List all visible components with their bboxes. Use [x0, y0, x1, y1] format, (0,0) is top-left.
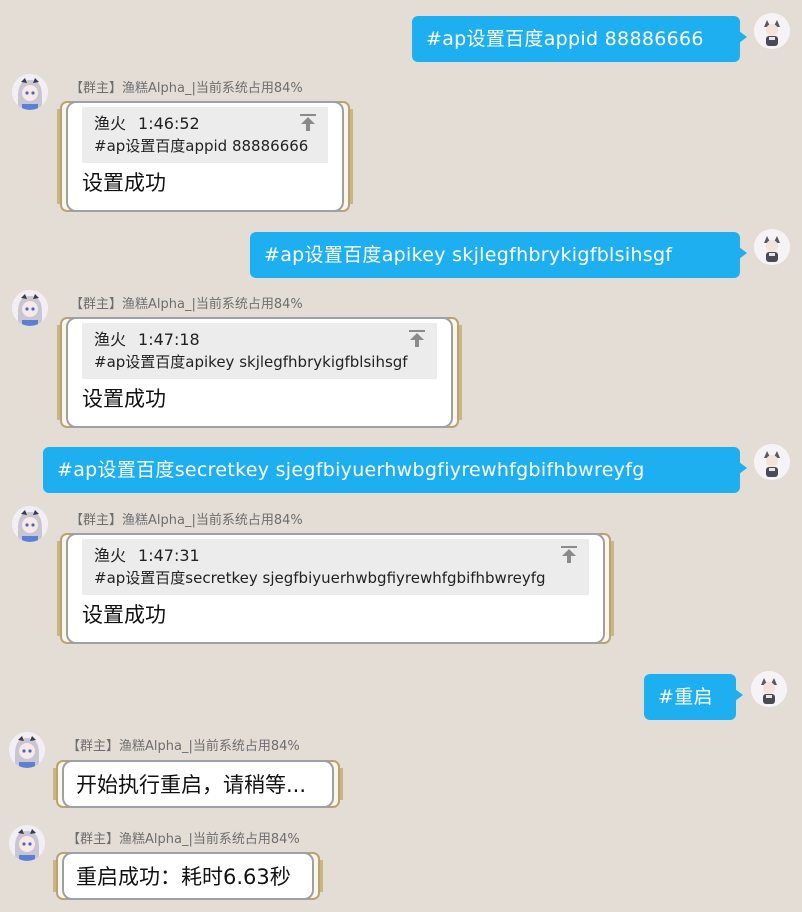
- sender-name: 【群主】渔糕Alpha_|当前系统占用84%: [70, 297, 303, 312]
- sender-name: 【群主】渔糕Alpha_|当前系统占用84%: [67, 832, 300, 847]
- jump-to-original-icon[interactable]: [561, 546, 577, 564]
- incoming-message-bubble[interactable]: 渔火 1:47:31 #ap设置百度secretkey sjegfbiyuerhw…: [66, 533, 605, 644]
- outgoing-message-bubble[interactable]: #重启: [644, 674, 743, 720]
- incoming-message-bubble[interactable]: 开始执行重启，请稍等...: [62, 760, 334, 808]
- user-avatar-icon[interactable]: [754, 13, 790, 49]
- reply-text: 设置成功: [82, 171, 166, 195]
- reply-text: 设置成功: [82, 387, 166, 411]
- bot-avatar-icon[interactable]: [12, 74, 48, 110]
- bot-avatar-icon[interactable]: [9, 825, 45, 861]
- quoted-message[interactable]: 渔火 1:47:31 #ap设置百度secretkey sjegfbiyuerhw…: [82, 539, 589, 595]
- incoming-message-frame: 重启成功：耗时6.63秒: [53, 852, 323, 900]
- sender-name: 【群主】渔糕Alpha_|当前系统占用84%: [67, 739, 300, 754]
- incoming-message-frame: 渔火 1:47:31 #ap设置百度secretkey sjegfbiyuerhw…: [57, 533, 614, 644]
- quote-header: 渔火 1:47:18: [94, 329, 425, 351]
- quote-header: 渔火 1:46:52: [94, 113, 316, 135]
- incoming-message-bubble[interactable]: 渔火 1:46:52 #ap设置百度appid 88886666 设置成功: [66, 101, 344, 212]
- quote-time: 1:47:31: [138, 546, 200, 565]
- incoming-message-bubble[interactable]: 重启成功：耗时6.63秒: [62, 852, 314, 900]
- message-text: #ap设置百度secretkey sjegfbiyuerhwbgfiyrewhf…: [57, 459, 645, 481]
- message-text: #重启: [658, 686, 713, 708]
- jump-to-original-icon[interactable]: [409, 330, 425, 348]
- incoming-message-frame: 开始执行重启，请稍等...: [53, 760, 343, 808]
- reply-text: 重启成功：耗时6.63秒: [76, 865, 291, 889]
- quoted-message[interactable]: 渔火 1:47:18 #ap设置百度apikey skjlegfhbrykigfb…: [82, 323, 437, 379]
- sender-name: 【群主】渔糕Alpha_|当前系统占用84%: [70, 513, 303, 528]
- quote-author: 渔火: [94, 330, 127, 349]
- quote-header: 渔火 1:47:31: [94, 545, 577, 567]
- outgoing-message-bubble[interactable]: #ap设置百度appid 88886666: [412, 16, 747, 62]
- bubble-tail: [739, 247, 747, 259]
- user-avatar-icon[interactable]: [751, 671, 787, 707]
- quote-text: #ap设置百度secretkey sjegfbiyuerhwbgfiyrewhf…: [94, 569, 546, 587]
- outgoing-message-bubble[interactable]: #ap设置百度secretkey sjegfbiyuerhwbgfiyrewhf…: [43, 447, 747, 493]
- quote-author: 渔火: [94, 114, 127, 133]
- sender-name: 【群主】渔糕Alpha_|当前系统占用84%: [70, 81, 303, 96]
- reply-text: 开始执行重启，请稍等...: [76, 773, 307, 797]
- incoming-message-frame: 渔火 1:46:52 #ap设置百度appid 88886666 设置成功: [57, 101, 353, 212]
- quote-time: 1:47:18: [138, 330, 200, 349]
- bot-avatar-icon[interactable]: [12, 290, 48, 326]
- quote-text: #ap设置百度appid 88886666: [94, 137, 309, 155]
- user-avatar-icon[interactable]: [754, 444, 790, 480]
- message-text: #ap设置百度appid 88886666: [426, 28, 704, 50]
- bubble-tail: [735, 689, 743, 701]
- incoming-message-frame: 渔火 1:47:18 #ap设置百度apikey skjlegfhbrykigfb…: [57, 317, 462, 428]
- bot-avatar-icon[interactable]: [9, 732, 45, 768]
- bot-avatar-icon[interactable]: [12, 506, 48, 542]
- bubble-tail: [739, 462, 747, 474]
- outgoing-message-bubble[interactable]: #ap设置百度apikey skjlegfhbrykigfblsihsgf: [250, 232, 747, 278]
- quote-time: 1:46:52: [138, 114, 200, 133]
- reply-text: 设置成功: [82, 603, 166, 627]
- incoming-message-bubble[interactable]: 渔火 1:47:18 #ap设置百度apikey skjlegfhbrykigfb…: [66, 317, 453, 428]
- message-text: #ap设置百度apikey skjlegfhbrykigfblsihsgf: [264, 244, 673, 266]
- quoted-message[interactable]: 渔火 1:46:52 #ap设置百度appid 88886666: [82, 107, 328, 163]
- quote-author: 渔火: [94, 546, 127, 565]
- jump-to-original-icon[interactable]: [300, 114, 316, 132]
- bubble-tail: [739, 31, 747, 43]
- user-avatar-icon[interactable]: [754, 229, 790, 265]
- quote-text: #ap设置百度apikey skjlegfhbrykigfblsihsgf: [94, 353, 408, 371]
